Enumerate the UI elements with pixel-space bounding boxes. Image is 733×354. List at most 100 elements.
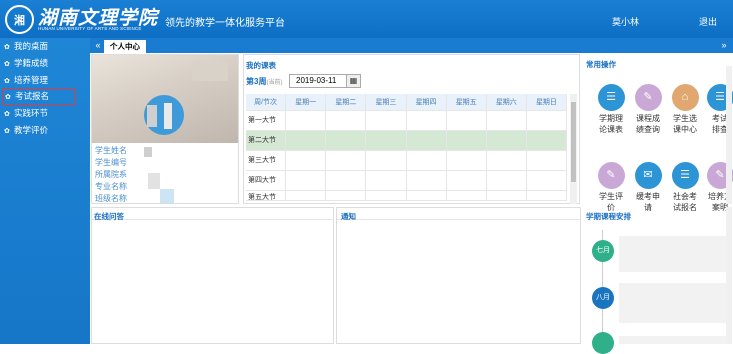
pen-cup-image [192,61,228,81]
major-label: 专业名称 [95,181,127,192]
schedule-cell[interactable] [487,151,527,171]
university-seal-logo: 湘 [5,5,34,34]
schedule-cell[interactable] [286,111,326,131]
redacted-pixel-block [147,105,157,127]
schedule-cell[interactable] [407,111,447,131]
schedule-cell[interactable] [286,151,326,171]
column-header: 星期五 [447,94,487,111]
schedule-cell[interactable] [366,111,406,131]
gear-icon: ✿ [4,123,12,140]
operation-social-exam-registration[interactable]: ☰ 社会考试报名 [666,162,704,213]
sidebar-item-practice[interactable]: ✿实践环节 [0,105,90,122]
operation-term-timetable[interactable]: ☰ 学期理论课表 [592,84,630,135]
user-name[interactable]: 莫小林 [612,15,639,28]
week-hint: (当前) [266,80,282,86]
timeline-scrollbar[interactable] [726,207,732,344]
schedule-cell[interactable] [527,151,567,171]
operation-label: 课程成绩查询 [629,113,667,135]
operations-title: 常用操作 [586,59,616,70]
schedule-cell[interactable] [326,111,366,131]
schedule-cell[interactable] [407,131,447,151]
sidebar-item-training[interactable]: ✿培养管理 [0,72,90,89]
schedule-cell[interactable] [527,171,567,191]
sidebar-item-desktop[interactable]: ✿我的桌面 [0,38,90,55]
schedule-cell[interactable] [326,151,366,171]
sidebar-item-label: 培养管理 [14,75,48,85]
column-header: 星期四 [407,94,447,111]
schedule-cell[interactable] [487,191,527,201]
operation-student-evaluation[interactable]: ✎ 学生评价 [592,162,630,213]
sidebar-item-label: 考试报名 [15,91,49,101]
tab-scroll-left-button[interactable]: « [92,38,104,53]
sidebar-item-label: 实践环节 [14,108,48,118]
my-schedule-panel: 我的课表 第3周(当前) 2019-03-11 ▦ 周/节次 星期一 星期二 星… [243,54,580,204]
schedule-cell[interactable] [447,191,487,201]
schedule-cell[interactable] [286,131,326,151]
sidebar-item-label: 教学评价 [14,125,48,135]
logout-button[interactable]: 退出 [699,15,717,28]
table-row: 第五大节 [246,191,567,201]
schedule-cell[interactable] [366,151,406,171]
column-header: 星期一 [286,94,326,111]
gear-icon: ✿ [4,106,12,123]
column-header: 星期日 [527,94,567,111]
sidebar-item-evaluation[interactable]: ✿教学评价 [0,122,90,139]
calendar-icon[interactable]: ▦ [346,74,361,88]
month-badge [592,332,614,354]
schedule-cell[interactable] [447,131,487,151]
profile-card: 学生姓名 学生编号 所属院系 专业名称 班级名称 [91,54,239,204]
operation-label: 学生选课中心 [666,113,704,135]
schedule-cell[interactable] [527,191,567,201]
redacted-pixel-block [148,173,160,189]
schedule-cell[interactable] [487,111,527,131]
operation-label: 缓考申请 [629,191,667,213]
timeline-card [619,336,726,344]
operation-label: 学期理论课表 [592,113,630,135]
schedule-cell[interactable] [366,171,406,191]
qa-panel-header [92,208,333,220]
tab-scroll-right-button[interactable]: » [718,38,730,53]
schedule-title: 我的课表 [246,60,276,71]
schedule-cell[interactable] [487,131,527,151]
redacted-pixel-block [144,147,152,157]
schedule-cell[interactable] [527,111,567,131]
schedule-cell[interactable] [407,151,447,171]
operation-label: 社会考试报名 [666,191,704,213]
table-row: 第二大节 [246,131,567,151]
pen-icon: ✎ [598,162,625,189]
sidebar-item-exam-registration[interactable]: ✿考试报名 [2,88,75,105]
schedule-scrollbar[interactable] [570,94,577,204]
semester-schedule-title: 学期课程安排 [586,211,631,222]
schedule-cell[interactable] [366,131,406,151]
schedule-cell[interactable] [447,111,487,131]
schedule-cell[interactable] [407,191,447,201]
operation-course-selection[interactable]: ⌂ 学生选课中心 [666,84,704,135]
scrollbar-thumb[interactable] [571,102,576,182]
tab-personal-center[interactable]: 个人中心 [104,40,146,53]
schedule-cell[interactable] [286,171,326,191]
online-qa-panel: 在线问答 [91,207,334,344]
operation-grade-query[interactable]: ✎ 课程成绩查询 [629,84,667,135]
redacted-pixel-block [164,103,172,129]
profile-banner-photo [92,55,238,143]
operations-scrollbar[interactable] [726,66,732,204]
schedule-cell[interactable] [447,151,487,171]
column-header: 星期六 [487,94,527,111]
month-badge: 七月 [592,240,614,262]
sidebar-item-grades[interactable]: ✿学籍成绩 [0,55,90,72]
schedule-cell[interactable] [366,191,406,201]
table-row: 第四大节 [246,171,567,191]
schedule-cell[interactable] [326,191,366,201]
university-logo-subtext: HUNAN UNIVERSITY OF ARTS AND SCIENCE [38,26,142,31]
class-label: 班级名称 [95,193,127,204]
schedule-cell[interactable] [407,171,447,191]
schedule-cell[interactable] [326,171,366,191]
schedule-cell[interactable] [527,131,567,151]
schedule-cell[interactable] [447,171,487,191]
operation-deferred-exam[interactable]: ✉ 缓考申请 [629,162,667,213]
schedule-cell[interactable] [487,171,527,191]
schedule-cell[interactable] [286,191,326,201]
notice-title: 通知 [341,211,356,222]
schedule-cell[interactable] [326,131,366,151]
building-icon: ⌂ [672,84,699,111]
